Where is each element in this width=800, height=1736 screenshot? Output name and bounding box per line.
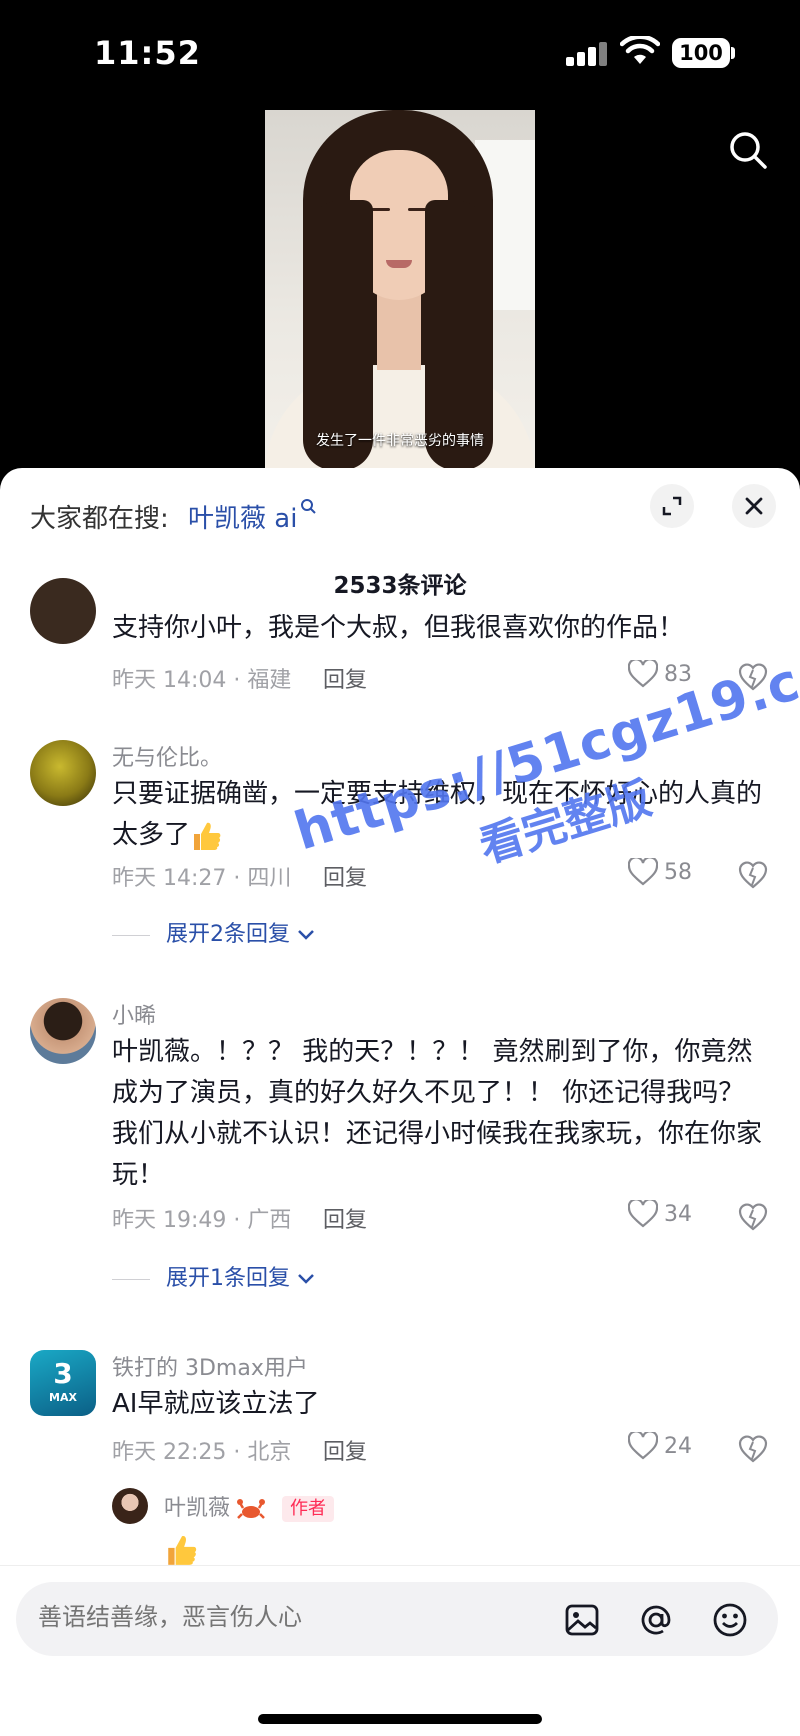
comment-meta: 昨天 14:27 · 四川	[112, 866, 292, 891]
comment-username[interactable]: 铁打的 3Dmax用户	[112, 1350, 308, 1382]
comment-meta: 昨天 19:49 · 广西	[112, 1208, 292, 1233]
mention-icon[interactable]	[636, 1600, 676, 1640]
chevron-down-icon	[298, 930, 314, 940]
like-count: 24	[664, 1434, 692, 1459]
close-button[interactable]	[732, 484, 776, 528]
expand-replies-button[interactable]: 展开2条回复	[112, 916, 315, 948]
comment-text: AI早就应该立法了	[112, 1389, 320, 1419]
reply-button[interactable]: 回复	[323, 1202, 367, 1234]
image-icon[interactable]	[562, 1600, 602, 1640]
comment-input-container[interactable]	[16, 1582, 778, 1656]
close-icon	[745, 497, 763, 515]
video-subtitle: 发生了一件非常恶劣的事情	[316, 433, 484, 449]
avatar[interactable]	[30, 998, 96, 1064]
comment-text: 叶凯薇。！？？ 我的天？！？！ 竟然刷到了你，你竟然成为了演员，真的好久好久不见…	[112, 1037, 763, 1190]
video-person-neck	[377, 290, 421, 370]
sheet-header: 大家都在搜: 叶凯薇 ai	[0, 468, 800, 534]
thumbs-up-emoji-icon	[168, 1536, 197, 1565]
expand-label: 展开2条回复	[166, 922, 290, 947]
chevron-down-icon	[298, 1274, 314, 1284]
reply-button[interactable]: 回复	[323, 1434, 367, 1466]
status-time: 11:52	[94, 34, 201, 72]
battery-cap	[731, 47, 735, 59]
battery-indicator: 100	[672, 38, 730, 68]
comment-input-bar	[0, 1565, 800, 1736]
author-badge: 作者	[282, 1496, 335, 1522]
video-player[interactable]: 发生了一件非常恶劣的事情	[265, 110, 535, 470]
status-bar: 11:52 100	[0, 0, 800, 110]
reply-button[interactable]: 回复	[323, 662, 367, 694]
comment-username[interactable]: 无与伦比。	[112, 740, 222, 772]
expand-icon	[662, 496, 682, 516]
author-username[interactable]: 叶凯薇	[164, 1496, 230, 1521]
expand-divider	[112, 1278, 150, 1280]
wifi-icon	[620, 36, 660, 64]
avatar[interactable]: 3 MAX	[30, 1350, 96, 1416]
avatar[interactable]	[112, 1488, 148, 1524]
home-indicator	[258, 1714, 542, 1724]
avatar[interactable]	[30, 578, 96, 644]
like-count: 34	[664, 1202, 692, 1227]
avatar[interactable]	[30, 740, 96, 806]
like-button[interactable]: 34	[627, 1198, 708, 1232]
comment-input[interactable]	[38, 1604, 518, 1632]
hot-search-term[interactable]: 叶凯薇 ai	[188, 498, 297, 535]
fullscreen-button[interactable]	[650, 484, 694, 528]
comment-sheet: 大家都在搜: 叶凯薇 ai 2533条评论 支持你小叶，我是个大叔，但我很喜欢你…	[0, 468, 800, 1736]
avatar-label: 3	[53, 1357, 73, 1390]
comment-username[interactable]: 小晞	[112, 998, 156, 1030]
comment-text: 支持你小叶，我是个大叔，但我很喜欢你的作品！	[112, 613, 685, 643]
emoji-icon[interactable]	[710, 1600, 750, 1640]
thumbs-up-emoji-icon	[194, 822, 221, 850]
cellular-signal-icon	[566, 42, 608, 66]
hot-search-icon	[301, 499, 316, 514]
search-icon[interactable]	[726, 128, 770, 172]
comment-item: 3 MAX 铁打的 3Dmax用户 AI早就应该立法了 昨天 22:25 · 北…	[0, 1350, 800, 1490]
crab-emoji-icon	[237, 1499, 266, 1519]
hot-search-prefix: 大家都在搜:	[30, 504, 169, 534]
like-button[interactable]: 24	[627, 1430, 708, 1464]
comment-meta: 昨天 14:04 · 福建	[112, 668, 292, 693]
dislike-icon[interactable]	[738, 1434, 768, 1464]
comment-meta: 昨天 22:25 · 北京	[112, 1440, 292, 1465]
expand-divider	[112, 934, 150, 936]
author-reply-header: 叶凯薇 作者	[164, 1490, 335, 1522]
comment-count: 2533条评论	[333, 573, 467, 599]
expand-label: 展开1条回复	[166, 1266, 290, 1291]
avatar-sublabel: MAX	[49, 1391, 77, 1404]
heart-icon	[627, 658, 659, 688]
heart-icon	[627, 1430, 659, 1460]
dislike-icon[interactable]	[738, 1202, 768, 1232]
comment-item: 小晞 叶凯薇。！？？ 我的天？！？！ 竟然刷到了你，你竟然成为了演员，真的好久好…	[0, 998, 800, 1308]
heart-icon	[627, 1198, 659, 1228]
expand-replies-button[interactable]: 展开1条回复	[112, 1260, 315, 1292]
